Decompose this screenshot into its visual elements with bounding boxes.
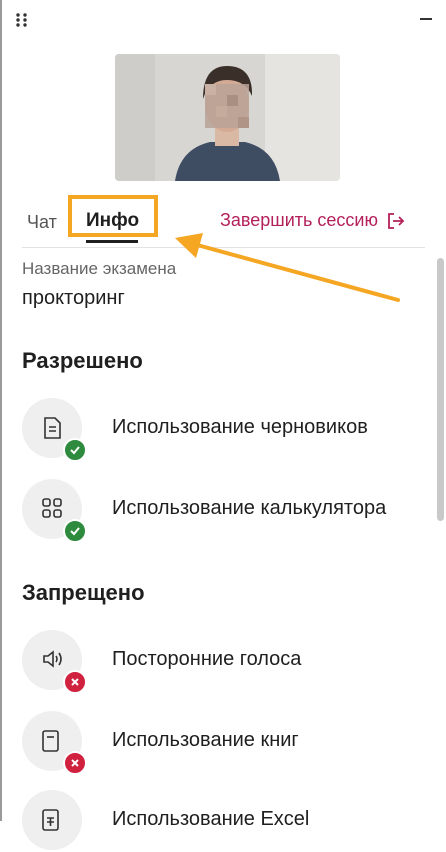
- spreadsheet-icon: [22, 790, 82, 850]
- forbidden-item: Использование Excel: [22, 790, 432, 852]
- allowed-section-title: Разрешено: [22, 348, 143, 373]
- active-tab-indicator: [86, 240, 138, 243]
- forbidden-section-title: Запрещено: [22, 580, 145, 605]
- cross-icon: [63, 751, 87, 775]
- allowed-item-label: Использование черновиков: [112, 416, 368, 438]
- window-edge: [0, 0, 2, 821]
- forbidden-item: Использование книг: [22, 711, 432, 775]
- tab-chat[interactable]: Чат: [27, 212, 57, 233]
- cross-icon: [63, 670, 87, 694]
- check-icon: [63, 519, 87, 543]
- minimize-button[interactable]: [420, 18, 432, 20]
- webcam-preview: [115, 54, 340, 181]
- exam-name-label: Название экзамена: [22, 259, 177, 278]
- allowed-item: Использование черновиков: [22, 398, 432, 462]
- forbidden-item-label: Посторонние голоса: [112, 648, 302, 670]
- forbidden-item-label: Использование книг: [112, 729, 299, 751]
- forbidden-item-label: Использование Excel: [112, 808, 310, 830]
- scrollbar-thumb[interactable]: [437, 258, 444, 521]
- allowed-item: Использование калькулятора: [22, 479, 432, 543]
- annotation-arrow: [175, 233, 400, 302]
- forbidden-item: Посторонние голоса: [22, 630, 432, 694]
- exam-name-value: прокторинг: [22, 287, 125, 309]
- drag-handle-icon[interactable]: [15, 12, 29, 28]
- check-icon: [63, 438, 87, 462]
- annotation-highlight-box: [68, 195, 158, 237]
- allowed-item-label: Использование калькулятора: [112, 497, 387, 519]
